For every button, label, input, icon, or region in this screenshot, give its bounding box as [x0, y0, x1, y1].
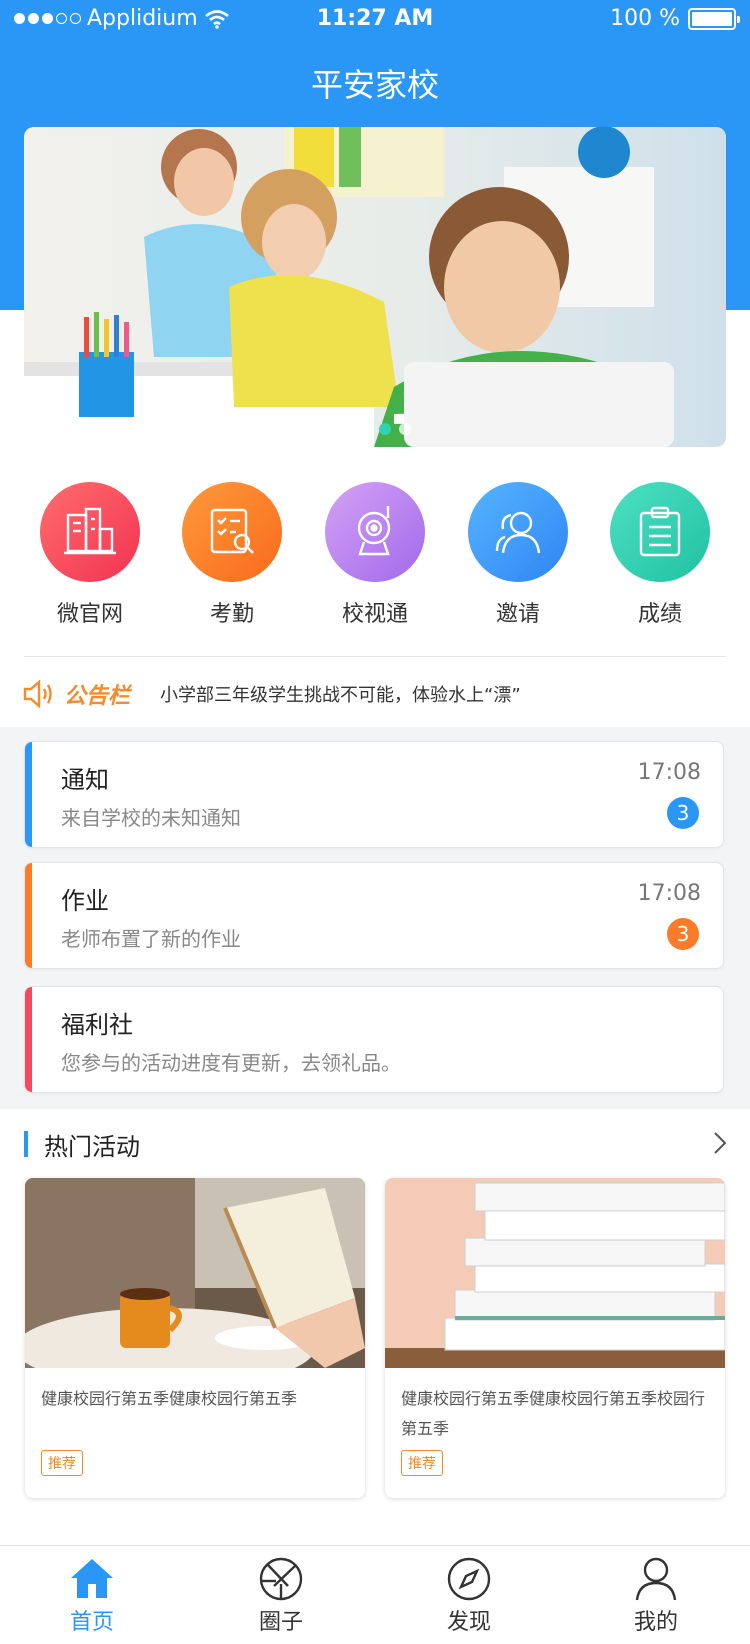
quick-nav-label: 考勤 [209, 602, 254, 627]
quick-nav-weiguanwang[interactable]: 微官网 [20, 482, 160, 628]
quick-nav-kaoqin[interactable]: 考勤 [162, 482, 302, 628]
compass-icon [447, 1557, 491, 1601]
message-time: 17:08 [637, 881, 701, 906]
carousel-dot[interactable] [359, 423, 371, 435]
quick-nav-label: 成绩 [637, 602, 682, 627]
users-icon [468, 482, 568, 582]
quick-nav-yaoqing[interactable]: 邀请 [448, 482, 588, 628]
tab-bar: 首页 圈子 发现 我的 [0, 1545, 750, 1644]
battery-icon [688, 7, 740, 30]
message-card-welfare[interactable]: 福利社 您参与的活动进度有更新，去领礼品。 [24, 986, 724, 1093]
activity-image-books [385, 1178, 725, 1368]
carousel-dot[interactable] [399, 423, 411, 435]
card-accent-bar [25, 987, 32, 1092]
building-icon [40, 482, 140, 582]
quick-nav-xiaoshitong[interactable]: 校视通 [305, 482, 445, 628]
banner-carousel[interactable] [24, 127, 726, 447]
tab-home[interactable]: 首页 [32, 1556, 152, 1636]
activity-image-reading [25, 1178, 365, 1368]
camera-icon [325, 482, 425, 582]
message-title: 福利社 [61, 1011, 133, 1039]
carousel-dot[interactable] [379, 423, 391, 435]
card-accent-bar [25, 742, 32, 847]
aperture-icon [259, 1557, 303, 1601]
hot-activity-card[interactable]: 健康校园行第五季健康校园行第五季 推荐 [25, 1178, 365, 1498]
battery-percent: 100 % [610, 6, 680, 31]
hot-activity-card[interactable]: 健康校园行第五季健康校园行第五季校园行第五季 推荐 [385, 1178, 725, 1498]
card-accent-bar [25, 863, 32, 968]
home-icon [71, 1559, 113, 1598]
status-bar: Applidium 11:27 AM 100 % [0, 0, 750, 40]
message-subtitle: 您参与的活动进度有更新，去领礼品。 [61, 1051, 401, 1075]
carousel-dot[interactable] [339, 423, 351, 435]
message-subtitle: 老师布置了新的作业 [61, 927, 241, 951]
message-card-notice[interactable]: 通知 来自学校的未知通知 17:08 3 [24, 741, 724, 848]
page-title: 平安家校 [310, 66, 439, 104]
tab-me[interactable]: 我的 [596, 1556, 716, 1636]
message-title: 通知 [61, 766, 109, 794]
clipboard-icon [610, 482, 710, 582]
status-right: 100 % [610, 6, 740, 31]
tab-label: 圈子 [258, 1610, 303, 1635]
activity-description: 健康校园行第五季健康校园行第五季 [41, 1389, 298, 1408]
tab-label: 首页 [69, 1610, 114, 1635]
unread-badge: 3 [667, 797, 699, 829]
section-accent-bar [24, 1131, 28, 1157]
activity-description: 健康校园行第五季健康校园行第五季校园行第五季 [401, 1389, 706, 1438]
quick-nav-label: 校视通 [341, 602, 408, 627]
divider [24, 656, 726, 657]
tab-label: 发现 [446, 1610, 491, 1635]
message-title: 作业 [61, 887, 109, 915]
person-icon [635, 1557, 677, 1601]
chevron-right-icon[interactable] [712, 1130, 728, 1156]
message-time: 17:08 [637, 760, 701, 785]
banner-image [24, 127, 726, 447]
recommend-tag: 推荐 [41, 1450, 83, 1476]
tab-discover[interactable]: 发现 [409, 1556, 529, 1636]
notice-bar[interactable]: 公告栏 小学部三年级学生挑战不可能，体验水上“漂” [22, 676, 732, 712]
hot-activities-header[interactable]: 热门活动 [24, 1124, 728, 1164]
message-subtitle: 来自学校的未知通知 [61, 806, 241, 830]
notice-text: 小学部三年级学生挑战不可能，体验水上“漂” [160, 685, 521, 706]
checklist-icon [182, 482, 282, 582]
quick-nav: 微官网 考勤 校视通 邀请 成绩 [0, 482, 750, 632]
hot-activities-title: 热门活动 [44, 1132, 140, 1161]
tab-circle[interactable]: 圈子 [221, 1556, 341, 1636]
carousel-dots [24, 423, 726, 435]
speaker-icon [23, 679, 52, 709]
quick-nav-label: 微官网 [56, 602, 123, 627]
quick-nav-chengji[interactable]: 成绩 [590, 482, 730, 628]
message-card-homework[interactable]: 作业 老师布置了新的作业 17:08 3 [24, 862, 724, 969]
unread-badge: 3 [667, 918, 699, 950]
recommend-tag: 推荐 [401, 1450, 443, 1476]
tab-label: 我的 [633, 1610, 678, 1635]
notice-tag: 公告栏 [64, 684, 131, 709]
quick-nav-label: 邀请 [495, 602, 540, 627]
